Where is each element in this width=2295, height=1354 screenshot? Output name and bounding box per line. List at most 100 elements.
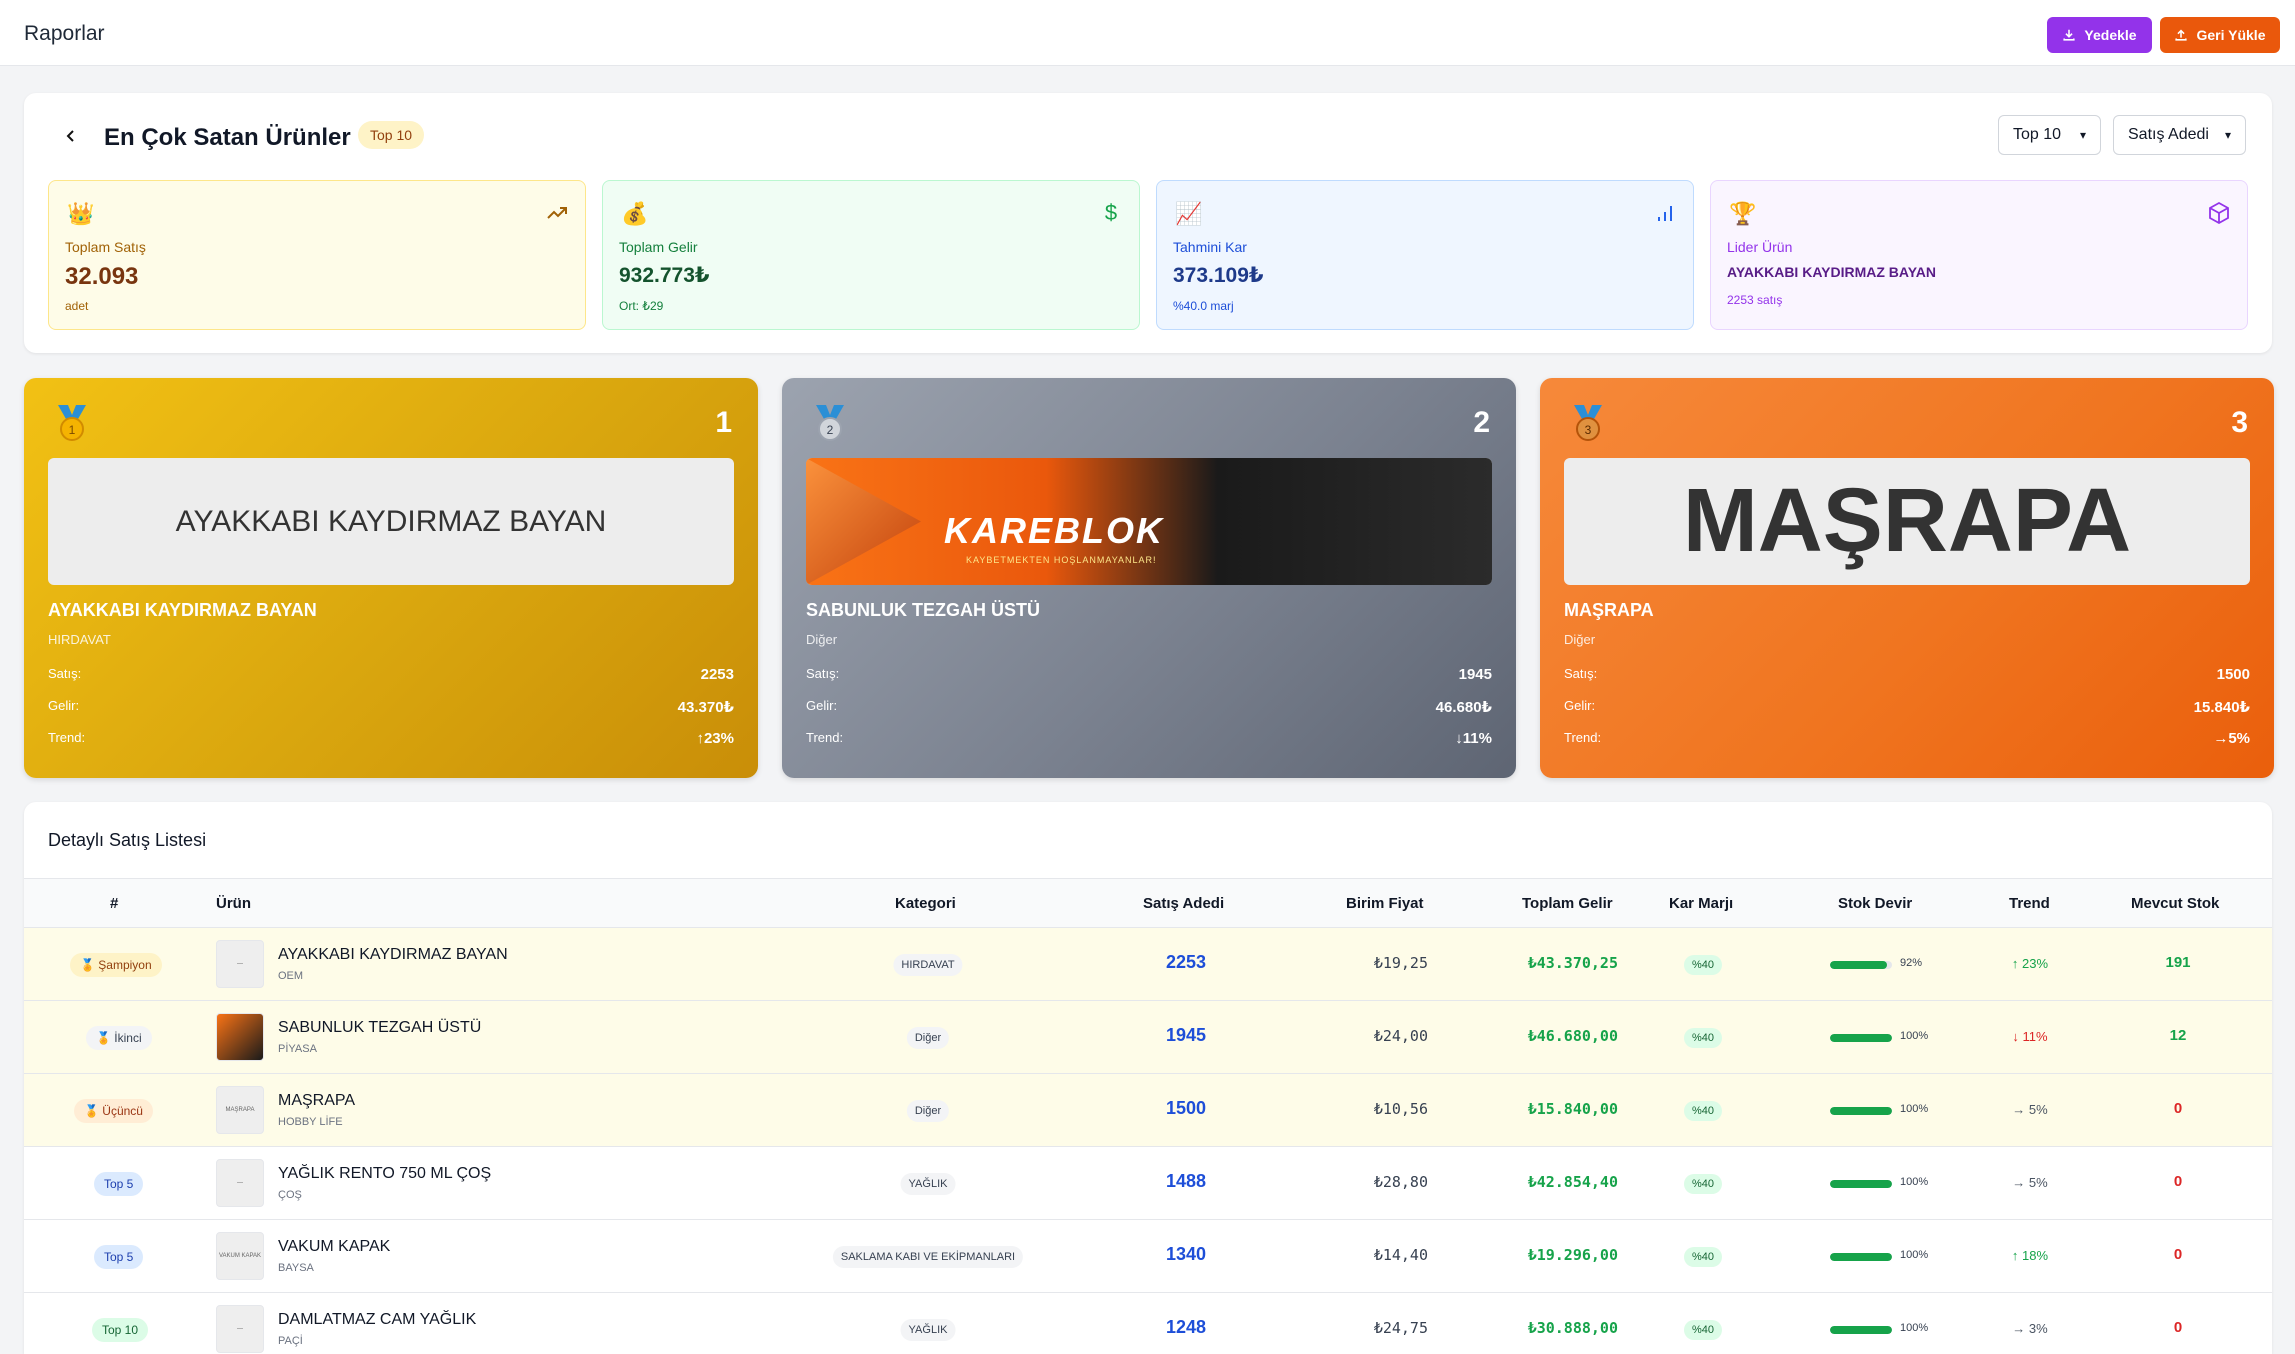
gold-medal-icon: 1 (58, 405, 86, 441)
box-icon (2209, 201, 2229, 225)
margin-badge: %40 (1683, 1174, 1723, 1194)
col-header-stock[interactable]: Mevcut Stok (2131, 895, 2219, 912)
podium-revenue-value: 46.680₺ (1435, 699, 1492, 716)
podium-sales-row: Satış: 1945 (806, 666, 1492, 683)
product-name: AYAKKABI KAYDIRMAZ BAYAN (278, 946, 508, 963)
sort-by-select[interactable]: Satış Adedi ▾ (2113, 115, 2246, 155)
stat-sub: 2253 satış (1727, 293, 1783, 307)
col-header-quantity[interactable]: Satış Adedi (1143, 895, 1224, 912)
unit-price: ₺28,80 (1373, 1173, 1428, 1191)
podium-revenue-row: Gelir: 43.370₺ (48, 698, 734, 716)
product-name: SABUNLUK TEZGAH ÜSTÜ (278, 1019, 482, 1036)
sales-quantity: 1248 (1165, 1317, 1207, 1337)
podium-sales-label: Satış: (1564, 666, 1598, 681)
stat-total-revenue: 💰 $ Toplam Gelir 932.773₺ Ort: ₺29 (602, 180, 1140, 330)
table-row[interactable]: Top 5 — YAĞLIK RENTO 750 ML ÇOŞ ÇOŞ YAĞLIK 14… (24, 1147, 2272, 1220)
sort-by-select-value: Satış Adedi (2128, 126, 2209, 143)
col-header-trend[interactable]: Trend (2009, 895, 2050, 912)
rank-badge: Top 10 (92, 1318, 149, 1342)
stock-turnover-fill (1830, 1034, 1892, 1042)
product-brand: OEM (278, 970, 304, 982)
margin-badge: %40 (1683, 1028, 1723, 1048)
top-count-badge: Top 10 (358, 121, 425, 149)
col-header-rank[interactable]: # (110, 895, 118, 912)
trend-value: ↑ 18% (2011, 1248, 2049, 1263)
col-header-unit-price[interactable]: Birim Fiyat (1346, 895, 1424, 912)
col-header-stock-turnover[interactable]: Stok Devir (1838, 895, 1912, 912)
stock-turnover-bar (1830, 1034, 1892, 1042)
unit-price: ₺24,75 (1373, 1319, 1428, 1337)
podium-revenue-value: 43.370₺ (677, 699, 734, 716)
stock-turnover-fill (1830, 1107, 1892, 1115)
podium-sales-label: Satış: (48, 666, 82, 681)
podium-trend-value: →5% (2213, 730, 2250, 747)
chevron-down-icon: ▾ (2224, 128, 2231, 142)
podium-card-1[interactable]: 1 1 AYAKKABI KAYDIRMAZ BAYAN AYAKKABI KA… (24, 378, 758, 778)
podium-sales-row: Satış: 2253 (48, 666, 734, 683)
stat-label: Tahmini Kar (1173, 239, 1247, 255)
chart-increasing-icon: 📈 (1175, 201, 1203, 226)
total-revenue: ₺30.888,00 (1527, 1319, 1618, 1337)
category-badge: YAĞLIK (900, 1173, 956, 1195)
money-bag-icon: 💰 (621, 201, 649, 226)
podium-card-2[interactable]: 2 2 KAREBLOK KAYBETMEKTEN HOŞLANMAYANLAR… (782, 378, 1516, 778)
product-thumbnail: — (216, 940, 264, 988)
product-brand: BAYSA (278, 1262, 314, 1274)
podium-product-category: Diğer (1564, 632, 1596, 647)
table-row[interactable]: 🏅 Üçüncü MAŞRAPA MAŞRAPA HOBBY LİFE Diğer 150… (24, 1074, 2272, 1147)
table-row[interactable]: 🏅 İkinci SABUNLUK TEZGAH ÜSTÜ PİYASA Diğer 1… (24, 1001, 2272, 1074)
col-header-category[interactable]: Kategori (895, 895, 956, 912)
product-name: DAMLATMAZ CAM YAĞLIK (278, 1311, 477, 1328)
stat-value: 932.773₺ (619, 264, 710, 287)
podium-revenue-row: Gelir: 46.680₺ (806, 698, 1492, 716)
podium-card-3[interactable]: 3 3 MAŞRAPA MAŞRAPA Diğer Satış: 1500 Gel… (1540, 378, 2274, 778)
stock-turnover-percent: 100% (1900, 1176, 1929, 1188)
podium-trend-row: Trend: ↓11% (806, 730, 1492, 747)
table-row[interactable]: Top 10 — DAMLATMAZ CAM YAĞLIK PAÇİ YAĞLIK 124… (24, 1293, 2272, 1354)
podium-sales-value: 2253 (700, 666, 734, 683)
margin-badge: %40 (1683, 1320, 1723, 1340)
back-arrow-icon[interactable] (58, 123, 84, 149)
dollar-icon: $ (1104, 200, 1118, 225)
stock-turnover-bar (1830, 1107, 1892, 1115)
top-count-select[interactable]: Top 10 ▾ (1998, 115, 2101, 155)
product-thumbnail: MAŞRAPA (216, 1086, 264, 1134)
page-title: En Çok Satan Ürünler (104, 124, 351, 151)
stat-total-sales: 👑 Toplam Satış 32.093 adet (48, 180, 586, 330)
podium-revenue-label: Gelir: (1564, 698, 1596, 713)
stock-turnover-percent: 100% (1900, 1249, 1929, 1261)
sales-quantity: 1500 (1165, 1098, 1207, 1118)
product-image-text: MAŞRAPA (1682, 471, 2132, 571)
col-header-total-revenue[interactable]: Toplam Gelir (1522, 895, 1613, 912)
podium-rank: 3 (2231, 406, 2248, 439)
col-header-product[interactable]: Ürün (216, 895, 251, 912)
summary-card: En Çok Satan Ürünler Top 10 Top 10 ▾ Sat… (24, 93, 2272, 353)
podium-revenue-row: Gelir: 15.840₺ (1564, 698, 2250, 716)
podium-product-category: HIRDAVAT (48, 632, 111, 647)
sales-quantity: 2253 (1165, 952, 1207, 972)
podium-trend-label: Trend: (806, 730, 844, 745)
total-revenue: ₺43.370,25 (1527, 954, 1618, 972)
product-brand: PAÇİ (278, 1335, 303, 1347)
stat-sub: adet (65, 299, 89, 313)
stat-label: Toplam Gelir (619, 239, 698, 255)
podium-sales-row: Satış: 1500 (1564, 666, 2250, 683)
product-name: VAKUM KAPAK (278, 1238, 391, 1255)
table-row[interactable]: 🏅 Şampiyon — AYAKKABI KAYDIRMAZ BAYAN OEM HI… (24, 928, 2272, 1001)
product-thumbnail: VAKUM KAPAK (216, 1232, 264, 1280)
unit-price: ₺19,25 (1373, 954, 1428, 972)
trophy-icon: 🏆 (1729, 201, 1757, 226)
stat-leader-product: 🏆 Lider Ürün AYAKKABI KAYDIRMAZ BAYAN 22… (1710, 180, 2248, 330)
stock-turnover-percent: 92% (1900, 957, 1923, 969)
restore-button[interactable]: Geri Yükle (2160, 17, 2280, 53)
product-thumbnail: — (216, 1159, 264, 1207)
stock-turnover-bar (1830, 1180, 1892, 1188)
stock-turnover-percent: 100% (1900, 1103, 1929, 1115)
current-stock: 0 (2173, 1173, 2183, 1190)
unit-price: ₺14,40 (1373, 1246, 1428, 1264)
backup-button[interactable]: Yedekle (2047, 17, 2152, 53)
top-count-select-value: Top 10 (2013, 126, 2062, 143)
col-header-margin[interactable]: Kar Marjı (1669, 895, 1733, 912)
table-row[interactable]: Top 5 VAKUM KAPAK VAKUM KAPAK BAYSA SAKLAMA … (24, 1220, 2272, 1293)
podium-revenue-label: Gelir: (48, 698, 80, 713)
